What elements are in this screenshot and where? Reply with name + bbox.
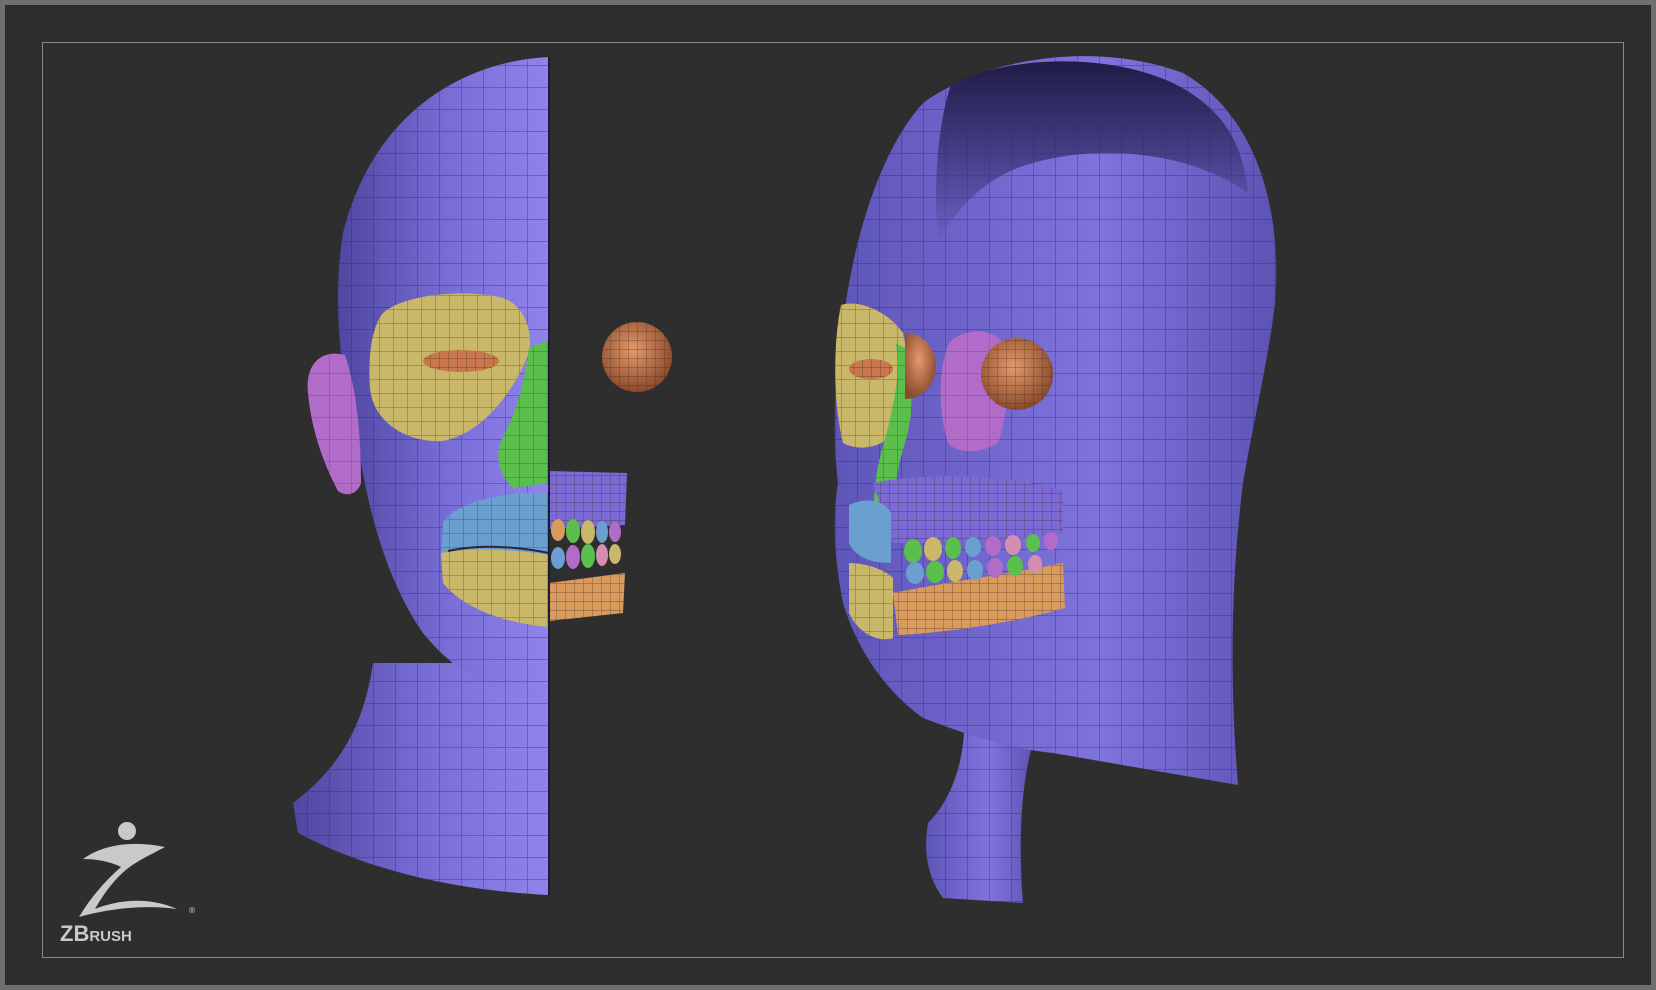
- viewport-scene[interactable]: [43, 43, 1624, 958]
- front-head-model[interactable]: [293, 57, 672, 895]
- app-frame: ® ZBrush: [0, 0, 1656, 990]
- logo-text: ZBrush: [60, 921, 132, 946]
- registered-mark: ®: [188, 906, 196, 915]
- zbrush-logo: ® ZBrush: [55, 821, 196, 951]
- 3d-viewport[interactable]: ® ZBrush: [42, 42, 1624, 958]
- zbrush-z-figure-icon: [79, 822, 177, 917]
- three-quarter-head-model[interactable]: [834, 56, 1277, 903]
